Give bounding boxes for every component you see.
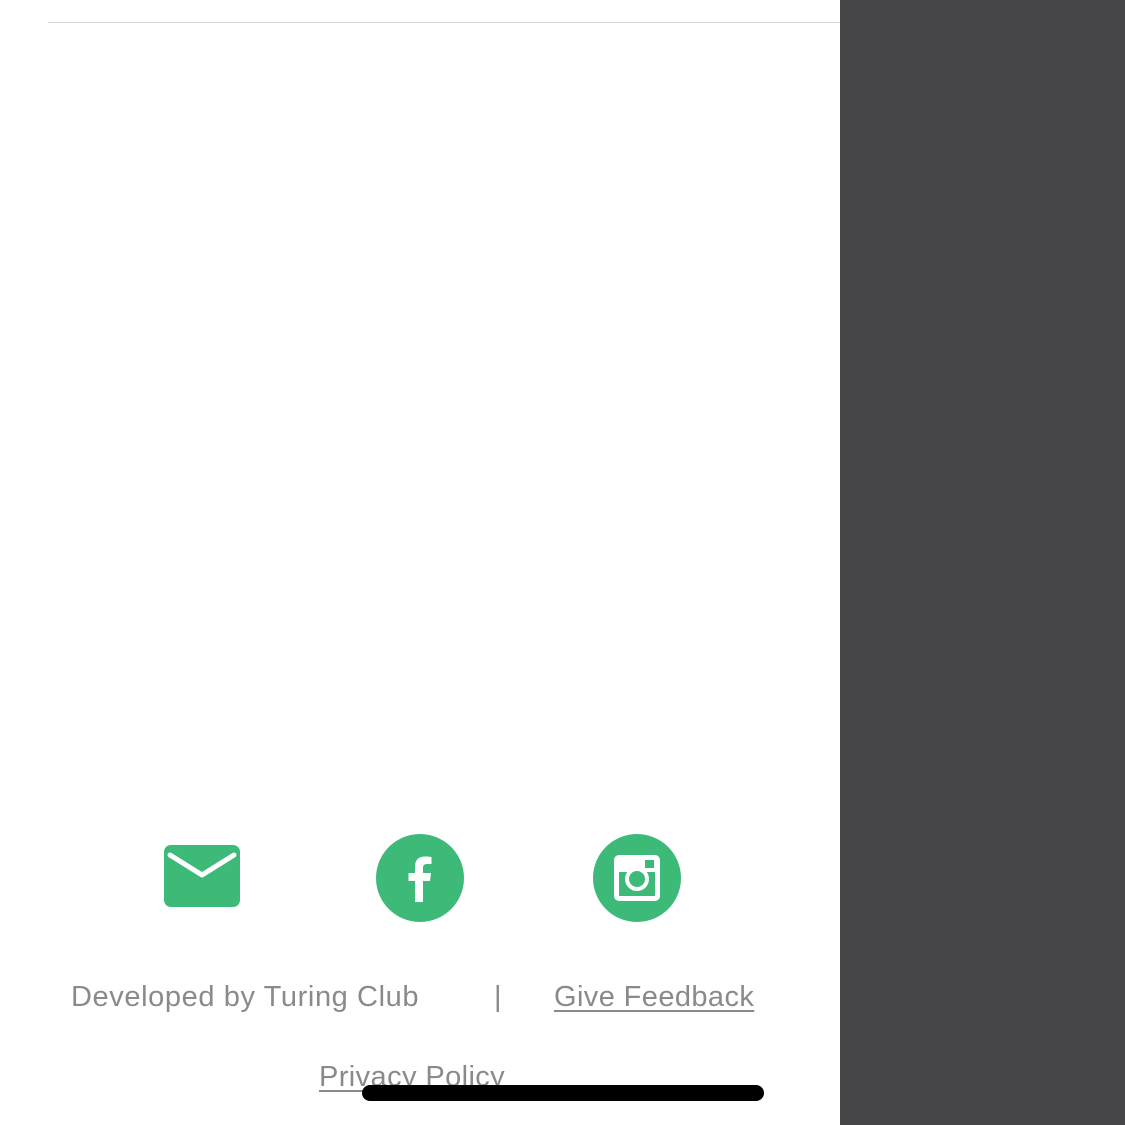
facebook-icon[interactable]: [376, 834, 464, 922]
give-feedback-link[interactable]: Give Feedback: [554, 980, 754, 1014]
side-drawer: Developed by Turing Club | Give Feedback…: [0, 0, 840, 1125]
email-icon[interactable]: [164, 845, 240, 907]
developer-credit: Developed by Turing Club: [71, 981, 420, 1013]
instagram-icon[interactable]: [593, 834, 681, 922]
top-divider: [48, 22, 840, 23]
footer-separator: |: [494, 981, 502, 1013]
home-indicator: [362, 1085, 764, 1101]
drawer-overlay[interactable]: [840, 0, 1125, 1125]
